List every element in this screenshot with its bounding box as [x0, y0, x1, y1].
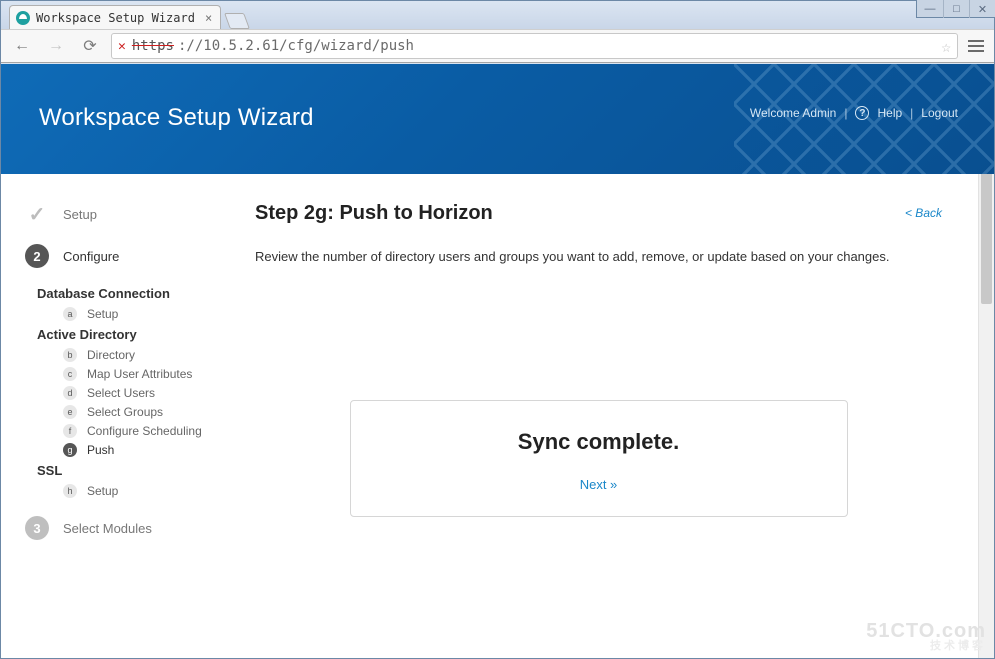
- step-description: Review the number of directory users and…: [255, 249, 942, 264]
- substep-bullet: f: [63, 424, 77, 438]
- reload-button[interactable]: ⟳: [77, 33, 103, 59]
- step-number: 3: [25, 516, 49, 540]
- minimize-button[interactable]: —: [917, 0, 943, 18]
- back-button[interactable]: ←: [9, 33, 35, 59]
- step-label: Setup: [63, 207, 97, 222]
- substep-bullet: h: [63, 484, 77, 498]
- group-ssl: SSL: [37, 463, 219, 478]
- help-link[interactable]: Help: [877, 106, 902, 120]
- group-database-connection: Database Connection: [37, 286, 219, 301]
- substep-bullet: b: [63, 348, 77, 362]
- tab-title: Workspace Setup Wizard: [36, 11, 195, 25]
- page-title: Workspace Setup Wizard: [39, 104, 314, 132]
- substep-bullet: a: [63, 307, 77, 321]
- substep-push[interactable]: g Push: [63, 443, 219, 457]
- step-number: 2: [25, 244, 49, 268]
- wizard-sidebar: ✓ Setup 2 Configure Database Connection …: [1, 174, 233, 658]
- substep-map-user-attributes[interactable]: c Map User Attributes: [63, 367, 219, 381]
- separator: |: [844, 106, 847, 120]
- substep-bullet: g: [63, 443, 77, 457]
- substep-label: Directory: [87, 348, 135, 362]
- insecure-icon: ✕: [118, 39, 126, 54]
- step-label: Configure: [63, 249, 119, 264]
- page-body: ✓ Setup 2 Configure Database Connection …: [1, 174, 978, 658]
- wizard-step-select-modules[interactable]: 3 Select Modules: [25, 516, 219, 540]
- welcome-text: Welcome Admin: [750, 106, 836, 120]
- substep-label: Push: [87, 443, 114, 457]
- substep-bullet: d: [63, 386, 77, 400]
- page-viewport: Workspace Setup Wizard Welcome Admin | ?…: [1, 64, 994, 658]
- sync-message: Sync complete.: [361, 429, 837, 455]
- substep-label: Map User Attributes: [87, 367, 192, 381]
- wizard-main: Step 2g: Push to Horizon < Back Review t…: [233, 174, 978, 658]
- bookmark-star-icon[interactable]: ☆: [941, 37, 951, 56]
- group-active-directory: Active Directory: [37, 327, 219, 342]
- back-link[interactable]: < Back: [905, 206, 942, 220]
- step-label: Select Modules: [63, 521, 152, 536]
- substep-label: Configure Scheduling: [87, 424, 202, 438]
- substep-label: Setup: [87, 307, 118, 321]
- substep-label: Setup: [87, 484, 118, 498]
- substep-select-users[interactable]: d Select Users: [63, 386, 219, 400]
- logout-link[interactable]: Logout: [921, 106, 958, 120]
- url-scheme: https: [132, 38, 174, 54]
- substep-select-groups[interactable]: e Select Groups: [63, 405, 219, 419]
- substep-db-setup[interactable]: a Setup: [63, 307, 219, 321]
- page-banner: Workspace Setup Wizard Welcome Admin | ?…: [1, 64, 994, 174]
- forward-button: →: [43, 33, 69, 59]
- substep-bullet: c: [63, 367, 77, 381]
- new-tab-button[interactable]: [224, 13, 250, 29]
- help-icon[interactable]: ?: [855, 106, 869, 120]
- browser-toolbar: ← → ⟳ ✕ https://10.5.2.61/cfg/wizard/pus…: [1, 29, 994, 63]
- sync-status-box: Sync complete. Next »: [350, 400, 848, 517]
- wizard-step-setup[interactable]: ✓ Setup: [25, 202, 219, 226]
- browser-menu-button[interactable]: [966, 40, 986, 52]
- banner-links: Welcome Admin | ? Help | Logout: [750, 106, 958, 120]
- next-link[interactable]: Next »: [580, 477, 618, 492]
- heading-row: Step 2g: Push to Horizon < Back: [255, 202, 942, 225]
- substep-label: Select Users: [87, 386, 155, 400]
- browser-tab[interactable]: Workspace Setup Wizard ×: [9, 5, 221, 29]
- url-rest: ://10.5.2.61/cfg/wizard/push: [178, 38, 414, 54]
- substep-label: Select Groups: [87, 405, 163, 419]
- close-window-button[interactable]: ✕: [969, 0, 995, 18]
- tab-strip: Workspace Setup Wizard ×: [1, 1, 994, 29]
- wizard-step-configure[interactable]: 2 Configure: [25, 244, 219, 268]
- substep-bullet: e: [63, 405, 77, 419]
- substep-configure-scheduling[interactable]: f Configure Scheduling: [63, 424, 219, 438]
- maximize-button[interactable]: □: [943, 0, 969, 18]
- separator: |: [910, 106, 913, 120]
- tab-close-icon[interactable]: ×: [205, 11, 212, 25]
- address-bar[interactable]: ✕ https://10.5.2.61/cfg/wizard/push ☆: [111, 33, 958, 59]
- window-controls: — □ ✕: [916, 0, 995, 18]
- substep-directory[interactable]: b Directory: [63, 348, 219, 362]
- check-icon: ✓: [25, 202, 49, 226]
- substep-ssl-setup[interactable]: h Setup: [63, 484, 219, 498]
- step-heading: Step 2g: Push to Horizon: [255, 202, 493, 225]
- favicon-icon: [16, 11, 30, 25]
